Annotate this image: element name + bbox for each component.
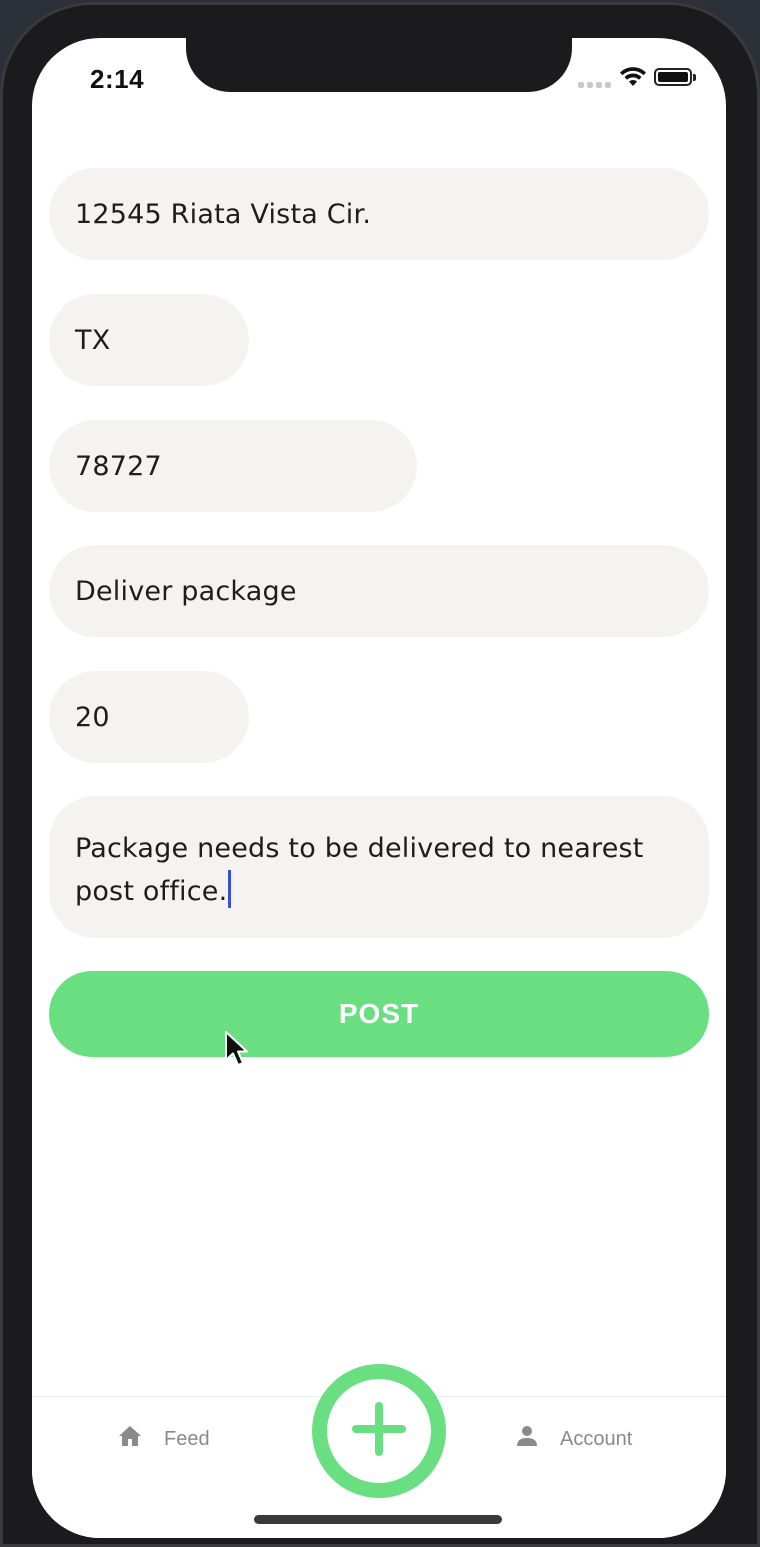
post-button-label: POST bbox=[338, 998, 420, 1029]
battery-icon bbox=[654, 68, 696, 86]
zip-value: 78727 bbox=[75, 450, 162, 482]
price-value: 20 bbox=[75, 701, 110, 733]
state-field[interactable]: TX bbox=[49, 294, 249, 386]
address-value: 12545 Riata Vista Cir. bbox=[75, 198, 372, 230]
add-post-button[interactable] bbox=[312, 1364, 446, 1498]
state-value: TX bbox=[75, 324, 111, 356]
app-screen: 2:14 12545 Riata Vista Cir. TX 78727 Del… bbox=[32, 38, 726, 1538]
plus-icon bbox=[352, 1401, 406, 1461]
wifi-icon bbox=[618, 66, 648, 93]
status-time: 2:14 bbox=[90, 64, 145, 94]
tab-feed[interactable]: Feed bbox=[118, 1425, 210, 1453]
description-value: Package needs to be delivered to nearest… bbox=[75, 833, 644, 907]
phone-frame: 2:14 12545 Riata Vista Cir. TX 78727 Del… bbox=[0, 2, 760, 1547]
zip-field[interactable]: 78727 bbox=[49, 420, 417, 512]
add-post-button-inner bbox=[327, 1379, 431, 1483]
signal-icon bbox=[578, 80, 614, 88]
person-icon bbox=[516, 1425, 538, 1453]
tab-feed-label: Feed bbox=[164, 1427, 210, 1450]
tab-account[interactable]: Account bbox=[516, 1425, 632, 1453]
text-caret bbox=[228, 870, 232, 908]
description-field[interactable]: Package needs to be delivered to nearest… bbox=[49, 796, 709, 938]
post-button[interactable]: POST bbox=[49, 971, 709, 1057]
address-field[interactable]: 12545 Riata Vista Cir. bbox=[49, 168, 709, 260]
title-value: Deliver package bbox=[75, 575, 297, 607]
device-notch bbox=[186, 38, 572, 92]
home-icon bbox=[118, 1425, 142, 1453]
home-indicator[interactable] bbox=[254, 1515, 502, 1524]
mouse-pointer-icon bbox=[224, 1030, 250, 1073]
price-field[interactable]: 20 bbox=[49, 671, 249, 763]
title-field[interactable]: Deliver package bbox=[49, 545, 709, 637]
tab-account-label: Account bbox=[560, 1427, 633, 1450]
